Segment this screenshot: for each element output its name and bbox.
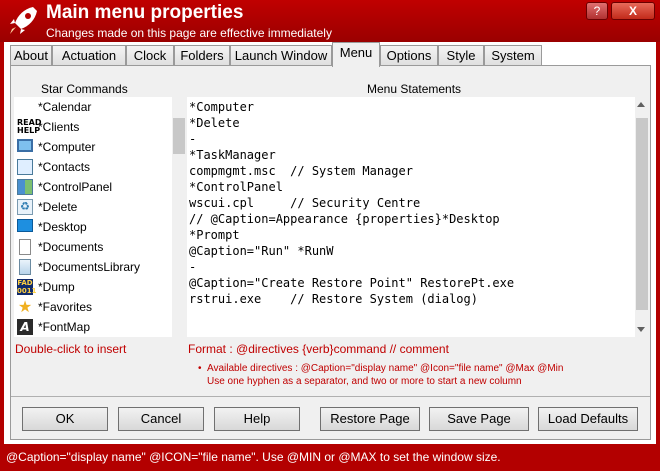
scroll-down-icon[interactable] — [637, 327, 645, 332]
save-page-button[interactable]: Save Page — [429, 407, 529, 431]
statement-line: @Caption="Create Restore Point" RestoreP… — [189, 276, 515, 290]
list-item[interactable]: A *FontMap — [14, 317, 172, 337]
star-command-label: *Dump — [38, 280, 75, 294]
list-item[interactable]: *Documents — [14, 237, 172, 257]
scroll-thumb[interactable] — [173, 118, 185, 154]
list-item[interactable]: *Contacts — [14, 157, 172, 177]
menu-tab-panel: Star Commands Menu Statements *Calendar … — [10, 65, 651, 440]
scroll-thumb[interactable] — [636, 118, 648, 310]
dump-icon: FAD 0011 — [17, 279, 37, 295]
list-item[interactable]: READ HELP *Clients — [14, 117, 172, 137]
client-area: About Actuation Clock Folders Launch Win… — [4, 42, 656, 444]
statement-line: // @Caption=Appearance {properties}*Desk… — [189, 212, 500, 226]
ok-button[interactable]: OK — [22, 407, 108, 431]
statement-line: *Computer — [189, 100, 255, 114]
statement-line: *ControlPanel — [189, 180, 283, 194]
load-defaults-button[interactable]: Load Defaults — [538, 407, 638, 431]
format-text: Format : @directives {verb}command // co… — [188, 342, 449, 356]
statement-line: *TaskManager — [189, 148, 276, 162]
menu-statements-scrollbar[interactable] — [635, 97, 649, 337]
insert-hint: Double-click to insert — [15, 342, 127, 356]
rocket-icon — [10, 7, 37, 34]
tab-system[interactable]: System — [484, 45, 542, 66]
help-button[interactable]: Help — [214, 407, 300, 431]
window-title: Main menu properties — [46, 2, 244, 23]
status-bar: @Caption="display name" @ICON="file name… — [0, 446, 660, 471]
star-command-label: *Calendar — [38, 100, 92, 114]
tab-style[interactable]: Style — [438, 45, 484, 66]
statement-line: - — [189, 260, 197, 274]
main-menu-properties-window: Main menu properties Changes made on thi… — [0, 0, 660, 471]
tab-clock[interactable]: Clock — [126, 45, 174, 66]
window-subtitle: Changes made on this page are effective … — [46, 26, 332, 40]
list-item[interactable]: ★ *Favorites — [14, 297, 172, 317]
statement-line: wscui.cpl // Security Centre — [189, 196, 421, 210]
star-command-label: *Computer — [38, 140, 96, 154]
document-icon — [19, 239, 31, 255]
control-panel-icon — [17, 179, 33, 195]
close-button[interactable]: X — [611, 2, 655, 20]
star-commands-scrollbar[interactable] — [172, 97, 186, 337]
readme-icon: READ HELP — [17, 118, 42, 135]
status-text: @Caption="display name" @ICON="file name… — [6, 450, 501, 464]
star-command-label: *DocumentsLibrary — [38, 260, 141, 274]
directives-note: Available directives : @Caption="display… — [207, 363, 564, 374]
directive-notes: • Available directives : @Caption="displ… — [198, 362, 564, 388]
star-command-label: *Favorites — [38, 300, 93, 314]
library-icon — [19, 259, 31, 275]
star-command-label: *Delete — [38, 200, 78, 214]
bullet-icon: • — [198, 363, 202, 374]
contacts-icon — [17, 159, 33, 175]
computer-icon — [17, 139, 33, 152]
star-command-label: *Contacts — [38, 160, 91, 174]
list-item[interactable]: *Computer — [14, 137, 172, 157]
cancel-button[interactable]: Cancel — [118, 407, 204, 431]
star-command-label: *ControlPanel — [38, 180, 113, 194]
restore-page-button[interactable]: Restore Page — [320, 407, 420, 431]
desktop-icon — [17, 219, 33, 232]
menu-statements-header: Menu Statements — [367, 82, 462, 96]
list-item[interactable]: *Calendar — [14, 97, 172, 117]
statement-line: rstrui.exe // Restore System (dialog) — [189, 292, 478, 306]
title-bar[interactable]: Main menu properties Changes made on thi… — [0, 0, 660, 42]
scroll-up-icon[interactable] — [637, 102, 645, 107]
star-icon: ★ — [17, 297, 33, 316]
list-item[interactable]: ♻ *Delete — [14, 197, 172, 217]
star-command-label: *Clients — [38, 120, 80, 134]
divider — [11, 396, 650, 397]
list-item[interactable]: *Desktop — [14, 217, 172, 237]
star-commands-list[interactable]: *Calendar READ HELP *Clients *Computer *C… — [14, 97, 172, 337]
tab-launch-window[interactable]: Launch Window — [230, 45, 332, 66]
statement-line: *Delete — [189, 116, 240, 130]
font-icon: A — [17, 319, 33, 335]
star-command-label: *Desktop — [38, 220, 87, 234]
recycle-bin-icon: ♻ — [17, 199, 33, 215]
list-item[interactable]: *DocumentsLibrary — [14, 257, 172, 277]
star-command-label: *FontMap — [38, 320, 91, 334]
list-item[interactable]: *ControlPanel — [14, 177, 172, 197]
tab-folders[interactable]: Folders — [174, 45, 230, 66]
star-command-label: *Documents — [38, 240, 104, 254]
statement-line: @Caption="Run" *RunW — [189, 244, 334, 258]
statement-line: *Prompt — [189, 228, 240, 242]
tab-menu[interactable]: Menu — [332, 42, 380, 67]
menu-statements-editor[interactable]: *Computer *Delete - *TaskManager compmgm… — [187, 97, 635, 337]
statement-line: compmgmt.msc // System Manager — [189, 164, 413, 178]
help-title-button[interactable]: ? — [586, 2, 608, 20]
tab-about[interactable]: About — [10, 45, 52, 66]
statement-line: - — [189, 132, 197, 146]
list-item[interactable]: FAD 0011 *Dump — [14, 277, 172, 297]
tab-actuation[interactable]: Actuation — [52, 45, 126, 66]
separator-note: Use one hyphen as a separator, and two o… — [207, 376, 522, 387]
tab-options[interactable]: Options — [380, 45, 438, 66]
star-commands-header: Star Commands — [41, 82, 128, 96]
